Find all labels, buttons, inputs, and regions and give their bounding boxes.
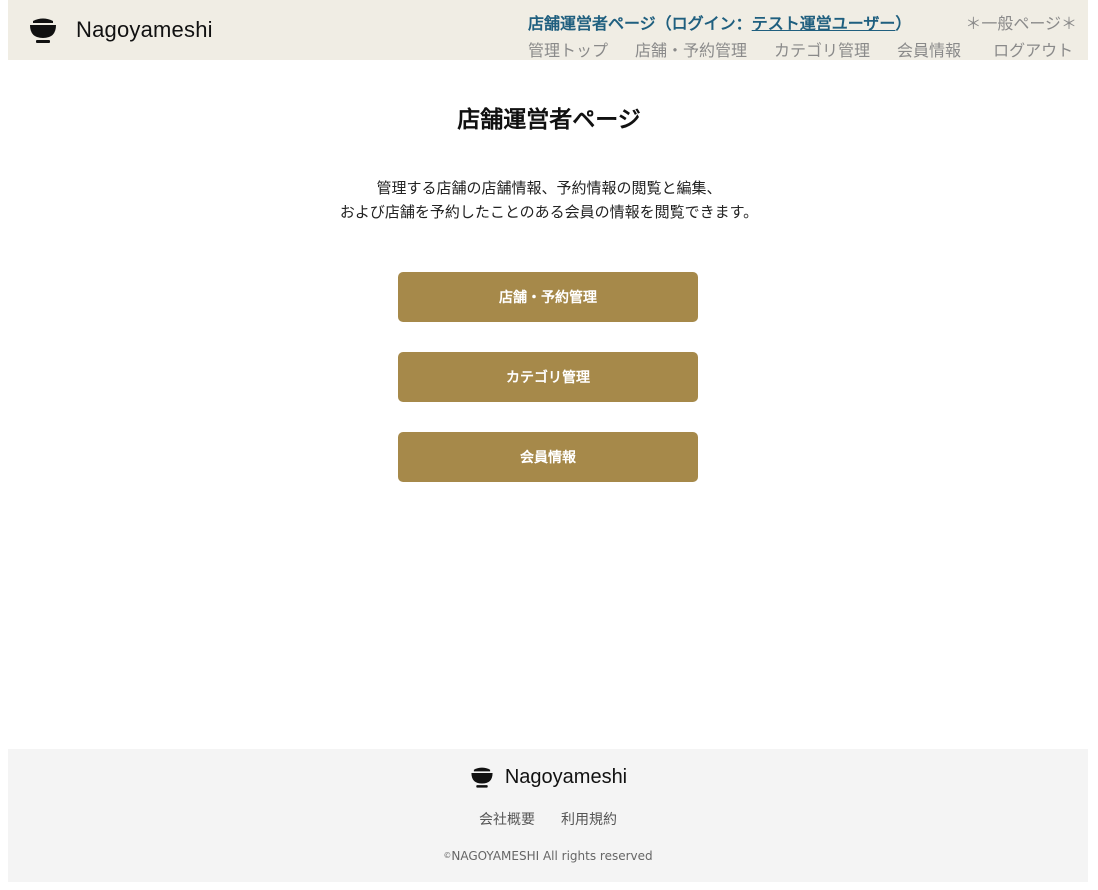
brand-logo-link[interactable]: Nagoyameshi [27,13,213,47]
nav-store-reservation[interactable]: 店舗・予約管理 [635,37,747,61]
header: Nagoyameshi 店舗運営者ページ（ログイン：テスト運営ユーザー） ＊一般… [8,0,1088,60]
description-line-2: および店舗を予約したことのある会員の情報を閲覧できます。 [339,203,759,221]
nav-category[interactable]: カテゴリ管理 [774,37,870,61]
brand-name: Nagoyameshi [76,17,213,42]
header-nav: 管理トップ 店舗・予約管理 カテゴリ管理 会員情報 ログアウト [528,37,1073,61]
page-description: 管理する店舗の店舗情報、予約情報の閲覧と編集、 および店舗を予約したことのある会… [0,176,1098,224]
terms-link[interactable]: 利用規約 [561,809,617,829]
rice-bowl-icon [471,767,493,788]
page: Nagoyameshi 店舗運営者ページ（ログイン：テスト運営ユーザー） ＊一般… [0,0,1098,890]
store-reservation-button[interactable]: 店舗・予約管理 [398,272,698,322]
rice-bowl-icon [30,18,56,43]
status-prefix: 店舗運営者ページ（ログイン： [528,14,752,33]
company-link[interactable]: 会社概要 [479,809,535,829]
footer-brand-name: Nagoyameshi [504,765,628,788]
logged-in-user-link[interactable]: テスト運営ユーザー [752,14,896,33]
footer-brand[interactable]: Nagoyameshi [8,764,1088,790]
owner-login-status: 店舗運営者ページ（ログイン：テスト運営ユーザー） [528,10,911,34]
copyright: ©NAGOYAMESHI All rights reserved [8,849,1088,863]
category-button[interactable]: カテゴリ管理 [398,352,698,402]
description-line-1: 管理する店舗の店舗情報、予約情報の閲覧と編集、 [376,179,722,197]
page-title: 店舗運営者ページ [457,107,641,133]
nav-logout[interactable]: ログアウト [993,37,1073,61]
member-info-button[interactable]: 会員情報 [398,432,698,482]
copyright-text: NAGOYAMESHI All rights reserved [451,849,653,863]
footer-links: 会社概要 利用規約 [8,809,1088,829]
nav-member-info[interactable]: 会員情報 [897,37,961,61]
status-suffix: ） [895,14,912,33]
general-page-link[interactable]: ＊一般ページ＊ [965,10,1077,34]
footer: Nagoyameshi 会社概要 利用規約 ©NAGOYAMESHI All r… [8,749,1088,882]
nav-admin-top[interactable]: 管理トップ [528,37,608,61]
